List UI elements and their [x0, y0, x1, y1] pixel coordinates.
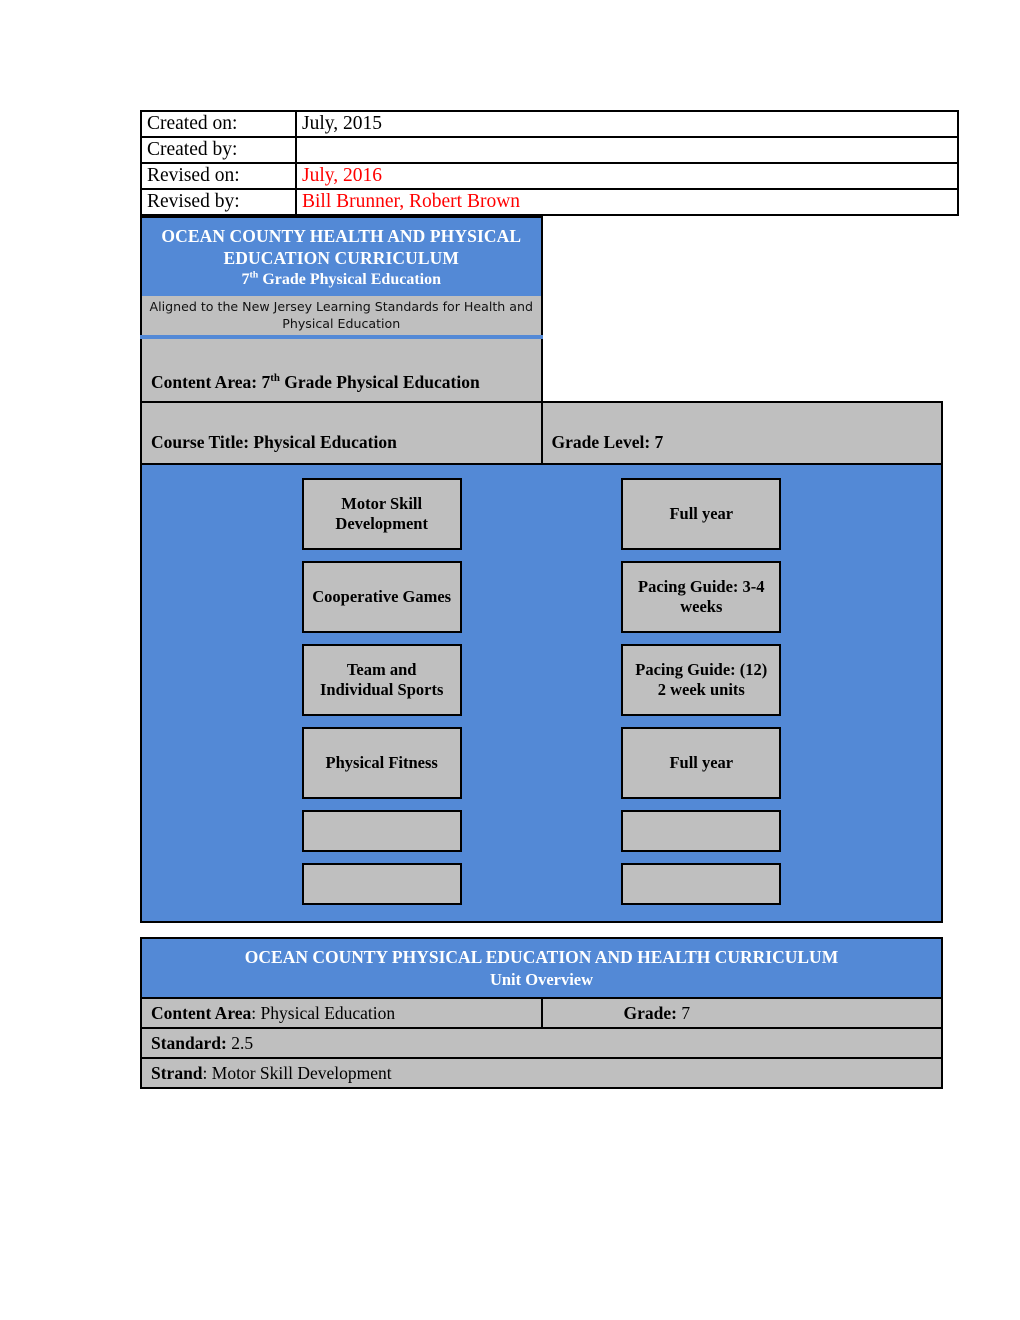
unit-overview-banner: OCEAN COUNTY PHYSICAL EDUCATION AND HEAL… [140, 937, 943, 999]
grid-spacer [142, 716, 941, 727]
course-title-text: Course Title: Physical Education [151, 431, 397, 452]
standard-value: 2.5 [226, 1032, 254, 1053]
content-area-value: Grade Physical Education [279, 371, 480, 392]
grid-spacer [142, 905, 941, 921]
grid-spacer [142, 465, 941, 478]
table-row: Revised by: Bill Brunner, Robert Brown [140, 188, 959, 216]
grade-value: 7 [676, 1002, 691, 1023]
unit-pacing-box: Pacing Guide: 3-4 weeks [621, 561, 782, 633]
revision-meta-table: Created on: July, 2015 Created by: Revis… [140, 110, 959, 216]
document-page: Created on: July, 2015 Created by: Revis… [0, 0, 1020, 1320]
unit-overview-table: OCEAN COUNTY PHYSICAL EDUCATION AND HEAL… [140, 937, 943, 1089]
content-area-label: Content Area [151, 1002, 252, 1023]
strand-value: : Motor Skill Development [202, 1062, 392, 1083]
content-area-label: Content Area: 7 [151, 371, 271, 392]
standard-label: Standard: [151, 1032, 227, 1053]
unit-name-box: Cooperative Games [301, 561, 462, 633]
unit-name-box [301, 863, 462, 905]
table-row: Created on: July, 2015 [140, 110, 959, 138]
meta-label-revised-by: Revised by: [140, 188, 297, 216]
unit-grid-row-6 [142, 863, 941, 905]
meta-value-revised-by: Bill Brunner, Robert Brown [295, 188, 959, 216]
table-row: Revised on: July, 2016 [140, 162, 959, 190]
meta-label-created-on: Created on: [140, 110, 297, 138]
unit-pacing-box [621, 863, 782, 905]
unit-name-box [301, 810, 462, 852]
unit-overview-content-area-row: Content Area: Physical Education Grade: … [140, 997, 943, 1029]
course-title-cell: Course Title: Physical Education [140, 401, 543, 465]
table-row: Created by: [140, 136, 959, 164]
unit-pacing-box [621, 810, 782, 852]
unit-overview-banner-row: OCEAN COUNTY PHYSICAL EDUCATION AND HEAL… [140, 937, 943, 999]
unit-overview-standard-cell: Standard: 2.5 [140, 1027, 943, 1059]
unit-overview-grade-cell: Grade: 7 [540, 997, 943, 1029]
unit-name-box: Motor Skill Development [301, 478, 462, 550]
meta-label-created-by: Created by: [140, 136, 297, 164]
grade-level-text: Grade Level: 7 [551, 431, 664, 452]
unit-overview-strand-cell: Strand: Motor Skill Development [140, 1057, 943, 1089]
grade-label: Grade: [623, 1002, 677, 1023]
grade-level-cell: Grade Level: 7 [540, 401, 943, 465]
unit-overview-subtitle: Unit Overview [489, 970, 594, 989]
grid-spacer [142, 852, 941, 863]
grid-spacer [142, 799, 941, 810]
unit-pacing-box: Pacing Guide: (12) 2 week units [621, 644, 782, 716]
unit-grid-wrapper: Motor Skill Development Full year Cooper… [140, 463, 943, 923]
content-area-row: Content Area: 7th Grade Physical Educati… [140, 336, 942, 403]
content-area-value: : Physical Education [251, 1002, 396, 1023]
meta-value-revised-on: July, 2016 [295, 162, 959, 190]
unit-grid-row-2: Cooperative Games Pacing Guide: 3-4 week… [142, 561, 941, 633]
meta-label-revised-on: Revised on: [140, 162, 297, 190]
unit-overview-strand-row: Strand: Motor Skill Development [140, 1057, 943, 1089]
curriculum-banner-row: OCEAN COUNTY HEALTH AND PHYSICAL EDUCATI… [140, 216, 942, 296]
grade-subject: Grade Physical Education [258, 271, 441, 288]
aligned-note-row: Aligned to the New Jersey Learning Stand… [140, 296, 942, 339]
unit-grid-row-4: Physical Fitness Full year [142, 727, 941, 799]
unit-grid-row: Motor Skill Development Full year Cooper… [140, 463, 943, 923]
unit-pacing-box: Full year [621, 727, 782, 799]
aligned-note-cell: Aligned to the New Jersey Learning Stand… [140, 296, 543, 339]
meta-value-created-by [295, 136, 959, 164]
grade-number: 7 [241, 271, 250, 288]
unit-overview-content-area-cell: Content Area: Physical Education [140, 997, 542, 1029]
unit-overview-standard-row: Standard: 2.5 [140, 1027, 943, 1059]
unit-pacing-box: Full year [621, 478, 782, 550]
curriculum-subtitle: 7th Grade Physical Education [142, 269, 541, 290]
grid-spacer [142, 633, 941, 644]
curriculum-title: OCEAN COUNTY HEALTH AND PHYSICAL EDUCATI… [161, 226, 522, 268]
curriculum-main-table: OCEAN COUNTY HEALTH AND PHYSICAL EDUCATI… [140, 216, 943, 923]
unit-grid-row-3: Team and Individual Sports Pacing Guide:… [142, 644, 941, 716]
curriculum-banner: OCEAN COUNTY HEALTH AND PHYSICAL EDUCATI… [140, 216, 543, 296]
unit-grid-row-1: Motor Skill Development Full year [142, 478, 941, 550]
strand-label: Strand [151, 1062, 203, 1083]
unit-grid-row-5 [142, 810, 941, 852]
meta-value-created-on: July, 2015 [295, 110, 959, 138]
ordinal-suffix: th [270, 371, 280, 384]
unit-overview-title: OCEAN COUNTY PHYSICAL EDUCATION AND HEAL… [244, 947, 839, 967]
content-area-text: Content Area: 7th Grade Physical Educati… [151, 372, 480, 392]
unit-grid-table: Motor Skill Development Full year Cooper… [142, 465, 941, 921]
unit-name-box: Team and Individual Sports [301, 644, 462, 716]
content-area-cell: Content Area: 7th Grade Physical Educati… [140, 336, 543, 403]
grid-spacer [142, 550, 941, 561]
course-title-row: Course Title: Physical Education Grade L… [140, 401, 943, 465]
unit-name-box: Physical Fitness [301, 727, 462, 799]
ordinal-suffix: th [249, 269, 259, 281]
aligned-note-text: Aligned to the New Jersey Learning Stand… [149, 299, 533, 331]
